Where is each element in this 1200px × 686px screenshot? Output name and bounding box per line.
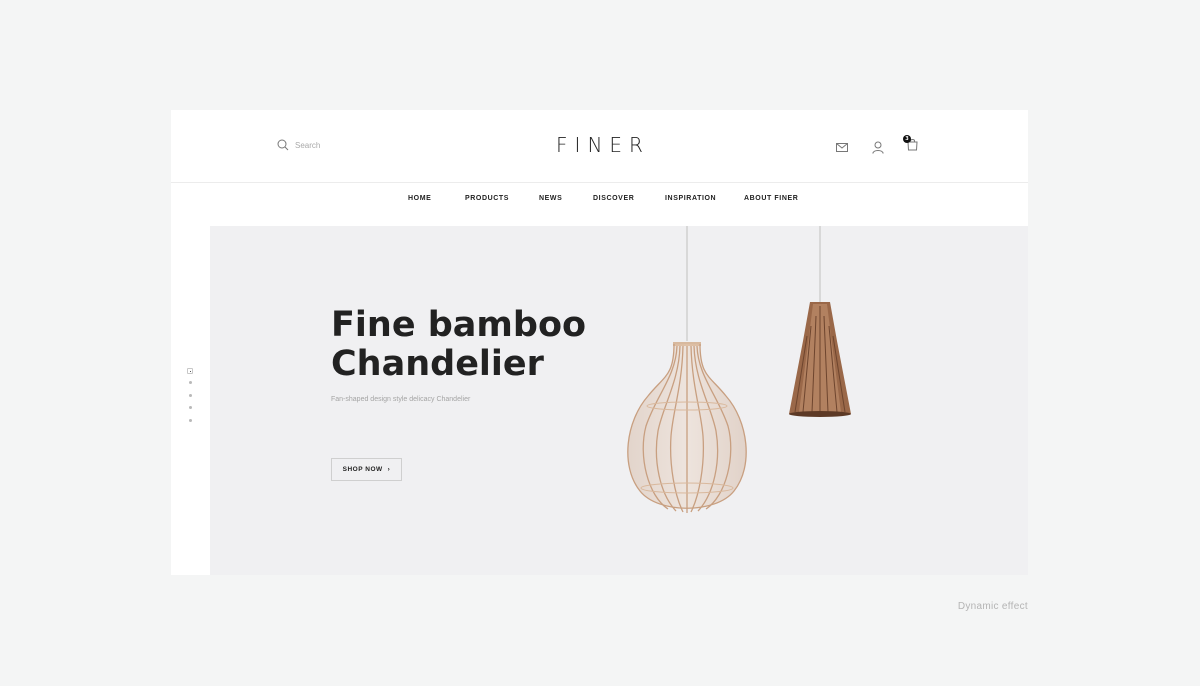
nav-discover[interactable]: DISCOVER [593, 195, 634, 202]
cone-bamboo-lamp-image [789, 226, 851, 417]
hero-headline-line-1: Fine bamboo [331, 305, 587, 345]
slide-dot-5[interactable] [188, 418, 192, 422]
header-actions: 3 [836, 135, 919, 156]
caption-text: Dynamic effect [957, 601, 1028, 612]
hero-headline: Fine bamboo Chandelier [331, 306, 586, 384]
cart-button[interactable]: 3 [903, 135, 919, 156]
slide-dot-1[interactable] [187, 368, 193, 374]
chevron-right-icon: › [387, 466, 391, 473]
slide-pagination [185, 368, 195, 431]
hero-banner: Fine bamboo Chandelier Fan-shaped design… [210, 226, 1028, 575]
cart-count-badge: 3 [903, 135, 911, 143]
shop-now-label: SHOP NOW [342, 466, 383, 473]
slide-dot-2[interactable] [188, 381, 192, 384]
nav-home[interactable]: HOME [408, 195, 431, 202]
hero-headline-line-2: Chandelier [331, 344, 544, 384]
shop-now-button[interactable]: SHOP NOW › [331, 458, 402, 481]
user-icon[interactable] [872, 141, 884, 154]
header: FINER 3 [171, 110, 1028, 183]
hero-subtitle: Fan-shaped design style delicacy Chandel… [331, 396, 471, 403]
nav-products[interactable]: PRODUCTS [465, 195, 509, 202]
mail-icon[interactable] [836, 142, 848, 152]
nav-about-finer[interactable]: ABOUT FINER [744, 195, 798, 202]
nav-news[interactable]: NEWS [539, 195, 562, 202]
slide-dot-3[interactable] [188, 393, 192, 397]
website-mockup: FINER 3 HOME PRODUCTS NEWS DISCOVER [171, 110, 1028, 575]
nav-inspiration[interactable]: INSPIRATION [665, 195, 716, 202]
main-navigation: HOME PRODUCTS NEWS DISCOVER INSPIRATION … [171, 195, 1028, 207]
slide-dot-4[interactable] [188, 406, 192, 409]
round-bamboo-lamp-image [627, 226, 747, 513]
